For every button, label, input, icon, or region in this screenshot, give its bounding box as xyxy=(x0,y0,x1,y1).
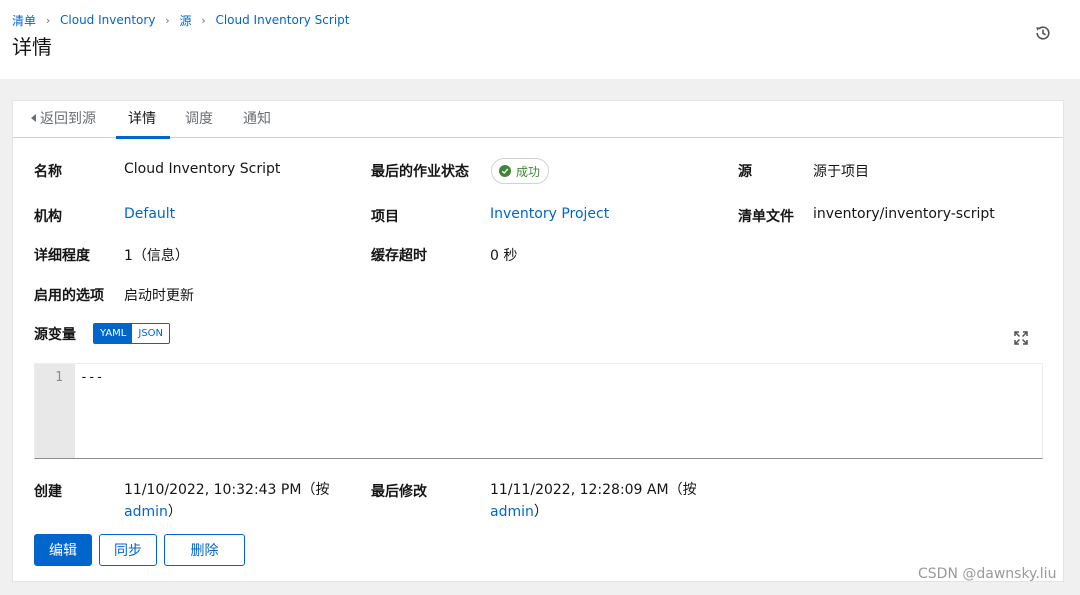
job-status-chip[interactable]: 成功 xyxy=(491,158,550,184)
modified-label: 最后修改 xyxy=(371,484,427,500)
watermark: CSDN @dawnsky.liu xyxy=(918,566,1057,582)
created-by-link[interactable]: admin xyxy=(124,504,168,520)
job-status-text: 成功 xyxy=(516,164,541,179)
name-label: 名称 xyxy=(34,164,62,180)
details-card: 返回到源 详情 调度 通知 名称 Cloud Inventory Script … xyxy=(12,100,1064,582)
expand-icon xyxy=(1014,331,1028,345)
organization-link[interactable]: Default xyxy=(124,206,175,222)
tab-bar: 返回到源 详情 调度 通知 xyxy=(13,101,1063,139)
modified-by-link[interactable]: admin xyxy=(490,504,534,520)
breadcrumb-inventories[interactable]: 清单 xyxy=(12,12,36,29)
sync-button[interactable]: 同步 xyxy=(99,534,157,566)
enabled-options-value: 启动时更新 xyxy=(124,288,194,304)
last-job-status-label: 最后的作业状态 xyxy=(371,164,469,180)
breadcrumb-inventory[interactable]: Cloud Inventory xyxy=(60,13,155,27)
chevron-right-icon: › xyxy=(45,13,51,27)
modified-value: 11/11/2022, 12:28:09 AM（按 admin） xyxy=(490,482,697,520)
inventory-file-label: 清单文件 xyxy=(738,209,794,225)
source-label: 源 xyxy=(738,164,752,180)
edit-button[interactable]: 编辑 xyxy=(34,534,92,566)
verbosity-value: 1（信息） xyxy=(124,248,189,264)
caret-left-icon xyxy=(31,114,36,122)
line-number-gutter: 1 xyxy=(35,364,75,458)
organization-label: 机构 xyxy=(34,209,62,225)
history-icon xyxy=(1036,26,1050,40)
expand-button[interactable] xyxy=(1014,330,1030,346)
tab-schedules[interactable]: 调度 xyxy=(185,101,213,138)
check-circle-icon xyxy=(499,165,511,177)
json-toggle[interactable]: JSON xyxy=(132,324,170,343)
enabled-options-label: 启用的选项 xyxy=(34,288,104,304)
chevron-right-icon: › xyxy=(165,13,170,27)
verbosity-label: 详细程度 xyxy=(34,248,90,264)
code-line: --- xyxy=(80,370,104,385)
history-button[interactable] xyxy=(1033,23,1053,43)
cache-timeout-label: 缓存超时 xyxy=(371,248,427,264)
tab-details[interactable]: 详情 xyxy=(116,101,170,139)
source-variables-label: 源变量 xyxy=(34,327,76,343)
project-link[interactable]: Inventory Project xyxy=(490,206,609,222)
breadcrumb-source[interactable]: Cloud Inventory Script xyxy=(215,13,349,27)
code-editor[interactable]: 1 --- xyxy=(34,363,1043,459)
yaml-toggle[interactable]: YAML xyxy=(94,324,133,343)
page-header: 清单 › Cloud Inventory › 源 › Cloud Invento… xyxy=(0,0,1080,79)
created-label: 创建 xyxy=(34,484,62,500)
breadcrumb: 清单 › Cloud Inventory › 源 › Cloud Invento… xyxy=(12,12,349,28)
tab-notifications[interactable]: 通知 xyxy=(243,101,271,138)
format-toggle-group: YAML JSON xyxy=(93,323,171,344)
inventory-file-value: inventory/inventory-script xyxy=(813,206,995,222)
project-label: 项目 xyxy=(371,209,399,225)
delete-button[interactable]: 删除 xyxy=(164,534,245,566)
created-value: 11/10/2022, 10:32:43 PM（按 admin） xyxy=(124,482,330,520)
name-value: Cloud Inventory Script xyxy=(124,161,281,177)
page-title: 详情 xyxy=(12,35,52,59)
chevron-right-icon: › xyxy=(201,13,206,27)
breadcrumb-sources[interactable]: 源 xyxy=(179,12,191,29)
tab-back-to-sources[interactable]: 返回到源 xyxy=(31,101,96,138)
source-value: 源于项目 xyxy=(813,164,869,180)
cache-timeout-value: 0 秒 xyxy=(490,248,518,264)
